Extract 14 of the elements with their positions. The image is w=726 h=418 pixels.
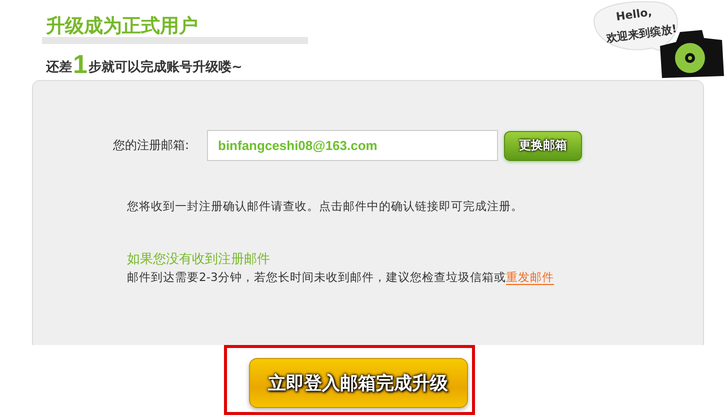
welcome-text: 欢迎来到缤放!: [605, 21, 678, 46]
resend-email-link[interactable]: 重发邮件: [506, 270, 554, 285]
greeting-text: Hello,: [615, 6, 653, 24]
subtitle-text: 还差: [46, 59, 72, 76]
subtitle-text: 步就可以完成账号升级喽~: [88, 58, 242, 76]
notice-text: 您将收到一封注册确认邮件请查收。点击邮件中的确认链接即可完成注册。: [127, 199, 524, 214]
help-heading: 如果您没有收到注册邮件: [127, 251, 271, 268]
page-title: 升级成为正式用户: [44, 16, 198, 37]
email-label: 您的注册邮箱:: [113, 137, 190, 154]
help-text: 邮件到达需要2-3分钟，若您长时间未收到邮件，建议您检查垃圾信箱或重发邮件: [127, 270, 555, 285]
change-email-button[interactable]: 更换邮箱: [504, 130, 582, 160]
email-field[interactable]: binfangceshi08@163.com: [207, 130, 498, 161]
step-number: 1: [73, 52, 88, 76]
login-upgrade-button[interactable]: 立即登入邮箱完成升级: [248, 358, 468, 408]
